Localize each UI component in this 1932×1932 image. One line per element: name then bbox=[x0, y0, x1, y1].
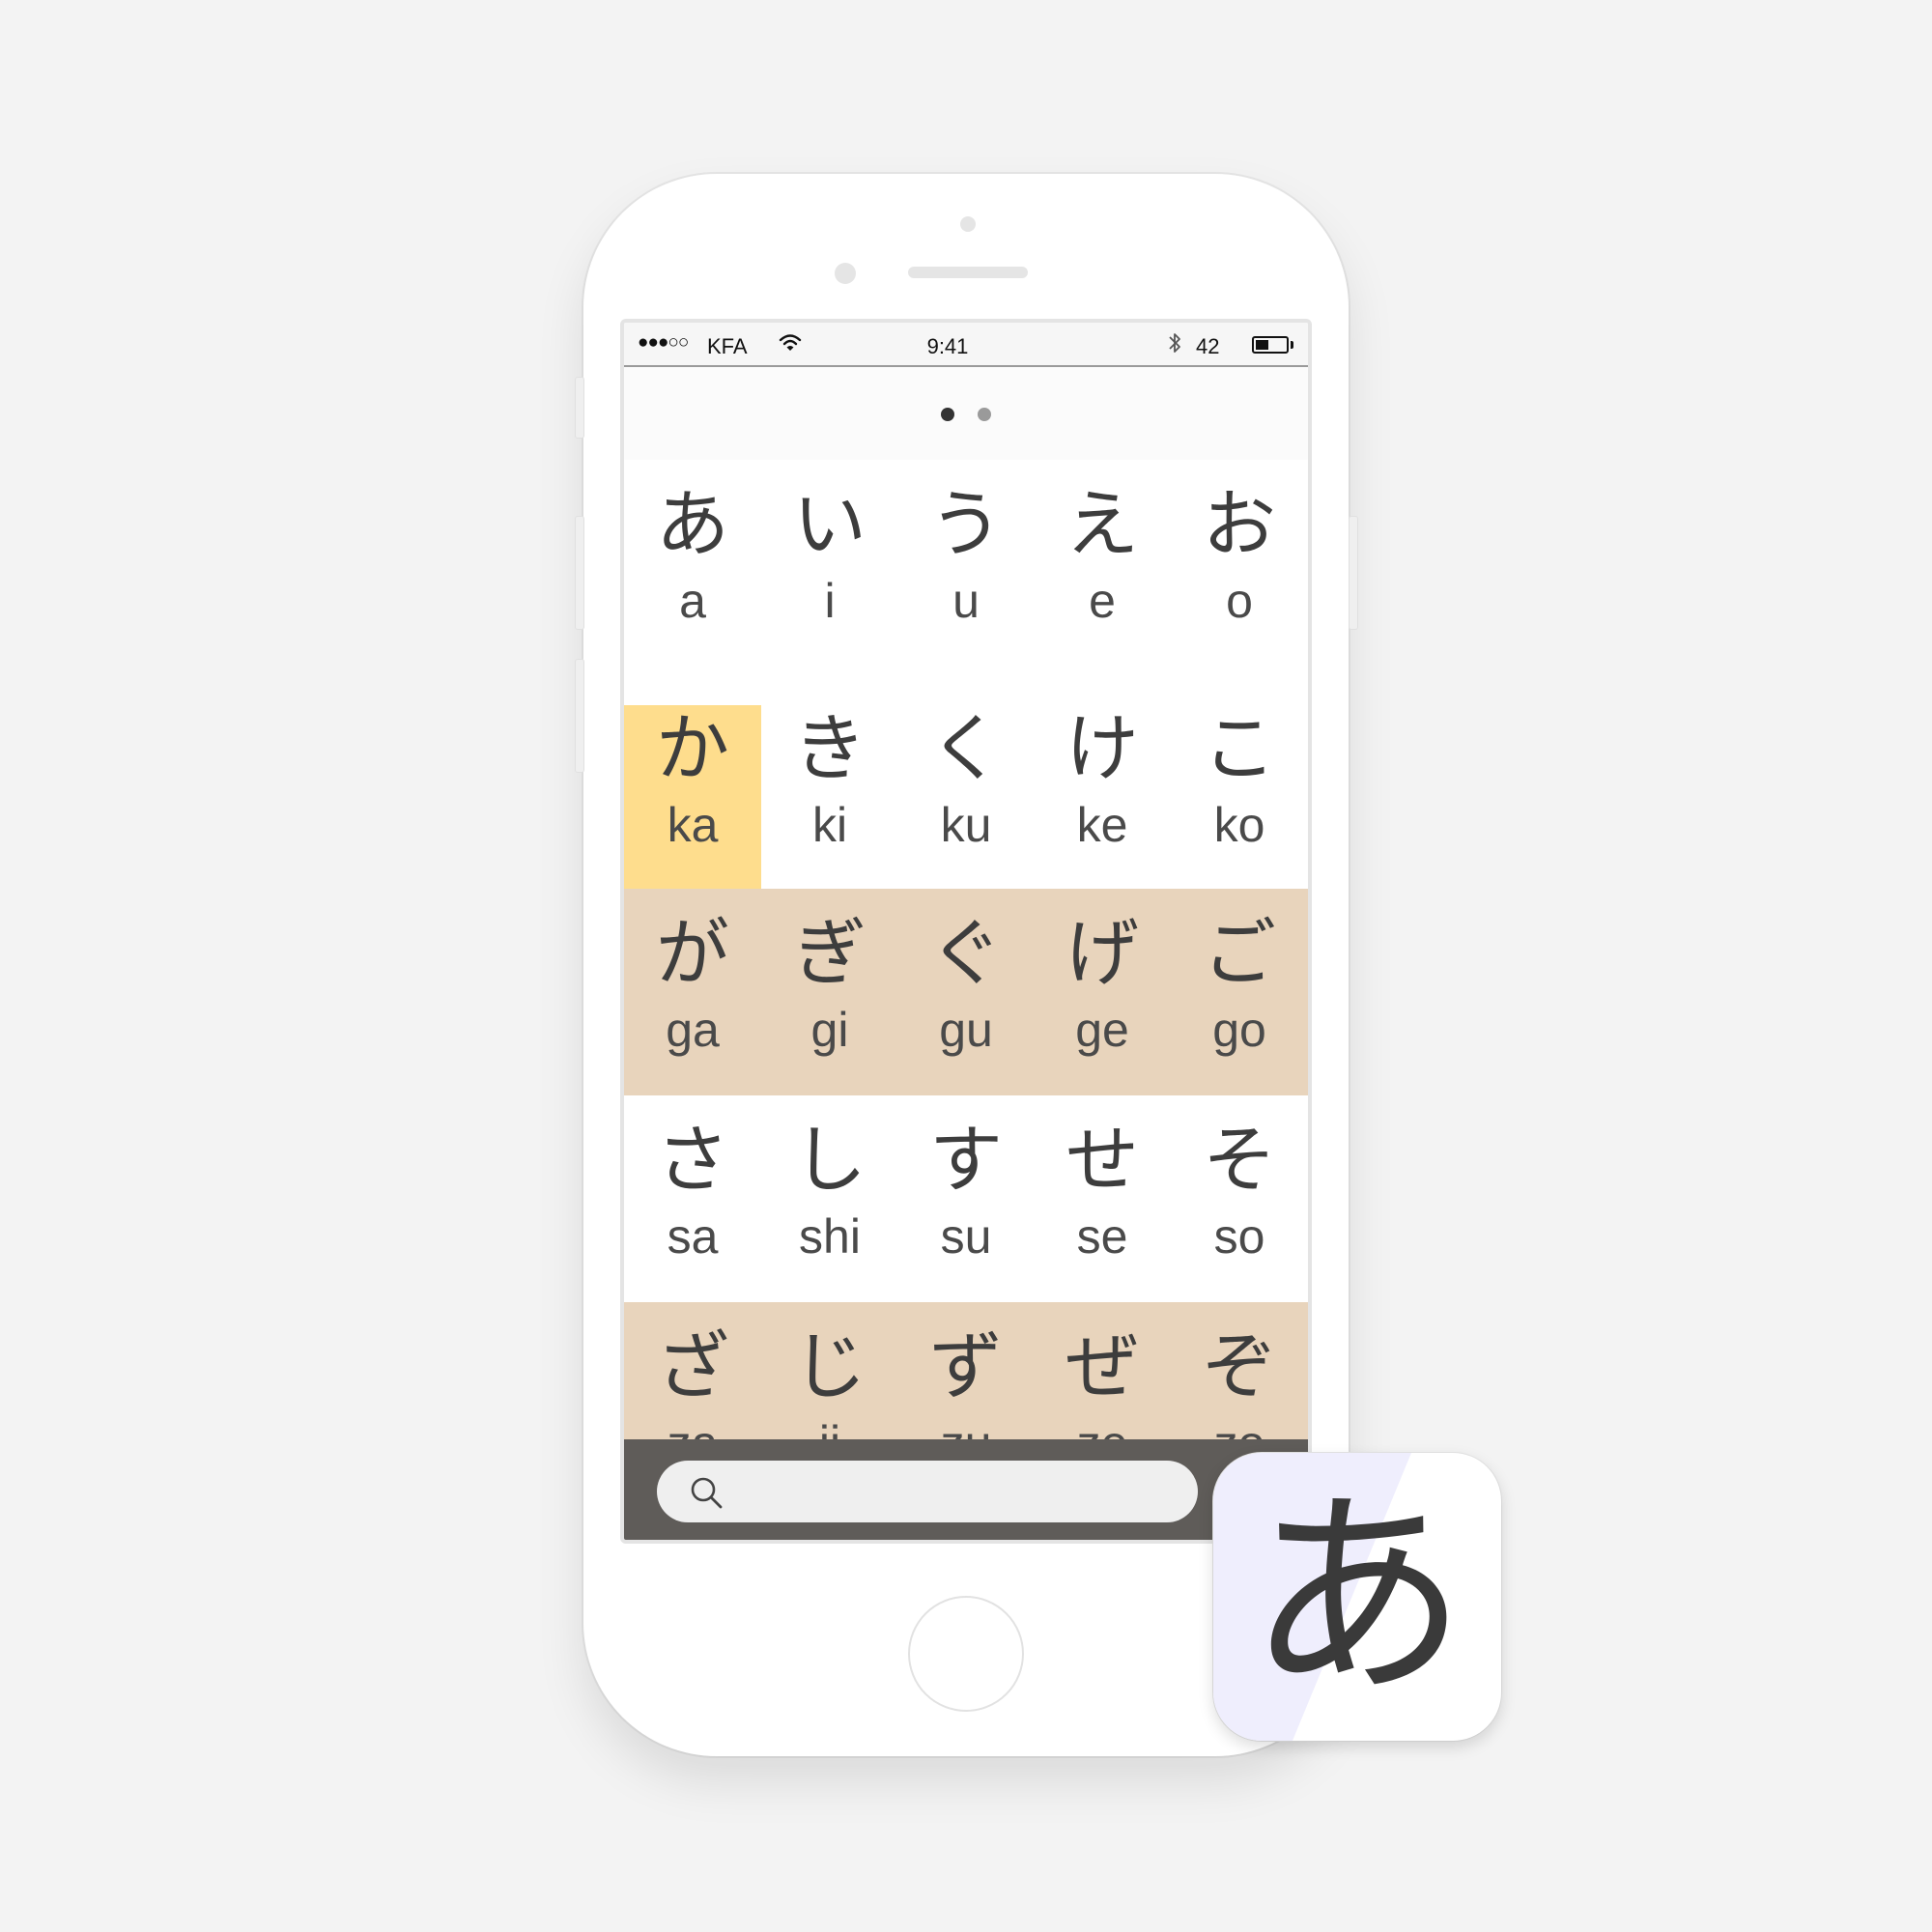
kana-cell-so[interactable]: そ so bbox=[1171, 1095, 1308, 1302]
romaji-label: ge bbox=[1075, 1003, 1129, 1057]
volume-down-button bbox=[575, 659, 584, 773]
kana-character: ぞ bbox=[1203, 1323, 1276, 1409]
kana-row: さ sa し shi す su せ se そ so bbox=[624, 1095, 1308, 1302]
kana-character: け bbox=[1065, 705, 1139, 791]
kana-cell-se[interactable]: せ se bbox=[1034, 1095, 1171, 1302]
kana-character: が bbox=[656, 910, 729, 996]
kana-character: そ bbox=[1203, 1117, 1276, 1203]
kana-row: か ka き ki く ku け ke こ ko bbox=[624, 684, 1308, 889]
romaji-label: shi bbox=[799, 1209, 861, 1264]
kana-character: じ bbox=[793, 1323, 867, 1409]
kana-cell-gi[interactable]: ぎ gi bbox=[761, 889, 898, 1095]
kana-cell-ka[interactable]: か ka bbox=[624, 705, 761, 889]
kana-cell-o[interactable]: おo bbox=[1171, 460, 1308, 684]
romaji-label: gu bbox=[939, 1003, 993, 1057]
kana-cell-gu[interactable]: ぐ gu bbox=[897, 889, 1035, 1095]
romaji-label: o bbox=[1226, 574, 1253, 628]
kana-character: す bbox=[929, 1117, 1003, 1203]
kana-cell-ge[interactable]: げ ge bbox=[1034, 889, 1171, 1095]
romaji-label: gi bbox=[810, 1003, 849, 1057]
kana-character: え bbox=[1065, 481, 1139, 567]
kana-cell-ga[interactable]: が ga bbox=[624, 889, 761, 1095]
kana-character: ぎ bbox=[793, 910, 867, 996]
romaji-label: ku bbox=[940, 798, 992, 852]
romaji-label: su bbox=[940, 1209, 992, 1264]
kana-row: が ga ぎ gi ぐ gu げ ge ご go bbox=[624, 889, 1308, 1095]
kana-character: お bbox=[1203, 481, 1276, 567]
page-dot[interactable] bbox=[978, 408, 991, 421]
battery-percent: 42 bbox=[1196, 334, 1220, 358]
romaji-label: ki bbox=[811, 798, 848, 852]
app-icon-glyph: あ bbox=[1247, 1468, 1467, 1725]
kana-character: さ bbox=[656, 1117, 729, 1203]
romaji-label: u bbox=[952, 574, 980, 628]
earpiece-speaker bbox=[908, 267, 1028, 278]
kana-character: か bbox=[656, 705, 729, 791]
proximity-sensor bbox=[835, 263, 856, 284]
kana-character: ざ bbox=[656, 1323, 729, 1409]
bluetooth-icon bbox=[1167, 330, 1182, 361]
search-icon bbox=[691, 1477, 723, 1509]
kana-character: き bbox=[793, 705, 867, 791]
kana-character: あ bbox=[656, 481, 729, 567]
kana-character: ぜ bbox=[1065, 1323, 1139, 1409]
app-icon: あ bbox=[1213, 1453, 1501, 1741]
kana-cell-ke[interactable]: け ke bbox=[1034, 684, 1171, 889]
home-button[interactable] bbox=[908, 1596, 1024, 1712]
romaji-label: ko bbox=[1213, 798, 1265, 852]
kana-cell-i[interactable]: いi bbox=[761, 460, 898, 684]
kana-cell-shi[interactable]: し shi bbox=[761, 1095, 898, 1302]
kana-character: ご bbox=[1203, 910, 1276, 996]
kana-character: い bbox=[793, 481, 867, 567]
romaji-label: ga bbox=[666, 1003, 720, 1057]
status-bar: ●●●○○ KFA 9:41 42 bbox=[624, 323, 1308, 367]
front-camera bbox=[960, 216, 976, 232]
volume-up-button bbox=[575, 516, 584, 630]
stage: ●●●○○ KFA 9:41 42 あaいiうuえeおo か ka き ki く… bbox=[0, 0, 1932, 1932]
kana-character: こ bbox=[1203, 705, 1276, 791]
romaji-label: go bbox=[1212, 1003, 1266, 1057]
kana-character: げ bbox=[1065, 910, 1139, 996]
battery-tip bbox=[1291, 341, 1293, 349]
kana-cell-u[interactable]: うu bbox=[897, 460, 1035, 684]
romaji-label: ka bbox=[667, 798, 719, 852]
romaji-label: so bbox=[1213, 1209, 1265, 1264]
kana-cell-go[interactable]: ご go bbox=[1171, 889, 1308, 1095]
mute-switch bbox=[575, 377, 584, 439]
kana-character: せ bbox=[1065, 1117, 1139, 1203]
romaji-label: se bbox=[1076, 1209, 1128, 1264]
battery-fill bbox=[1256, 340, 1268, 350]
search-input[interactable] bbox=[657, 1461, 1198, 1522]
kana-cell-e[interactable]: えe bbox=[1034, 460, 1171, 684]
page-indicator[interactable] bbox=[624, 367, 1308, 460]
battery-icon bbox=[1252, 336, 1289, 354]
power-button bbox=[1349, 516, 1358, 630]
romaji-label: i bbox=[824, 574, 836, 628]
kana-character: ぐ bbox=[929, 910, 1003, 996]
kana-character: し bbox=[793, 1117, 867, 1203]
kana-character: く bbox=[929, 705, 1003, 791]
kana-row: あaいiうuえeおo bbox=[624, 460, 1308, 684]
romaji-label: ke bbox=[1076, 798, 1128, 852]
kana-character: う bbox=[929, 481, 1003, 567]
romaji-label: e bbox=[1089, 574, 1116, 628]
phone-screen: ●●●○○ KFA 9:41 42 あaいiうuえeおo か ka き ki く… bbox=[620, 319, 1312, 1544]
search-bar bbox=[624, 1439, 1308, 1540]
kana-character: ず bbox=[929, 1323, 1003, 1409]
kana-cell-ko[interactable]: こ ko bbox=[1171, 684, 1308, 889]
kana-cell-su[interactable]: す su bbox=[897, 1095, 1035, 1302]
page-dot[interactable] bbox=[941, 408, 954, 421]
kana-cell-sa[interactable]: さ sa bbox=[624, 1095, 761, 1302]
kana-cell-ki[interactable]: き ki bbox=[761, 684, 898, 889]
kana-cell-a[interactable]: あa bbox=[624, 460, 761, 684]
romaji-label: a bbox=[679, 574, 706, 628]
romaji-label: sa bbox=[667, 1209, 719, 1264]
kana-cell-ku[interactable]: く ku bbox=[897, 684, 1035, 889]
